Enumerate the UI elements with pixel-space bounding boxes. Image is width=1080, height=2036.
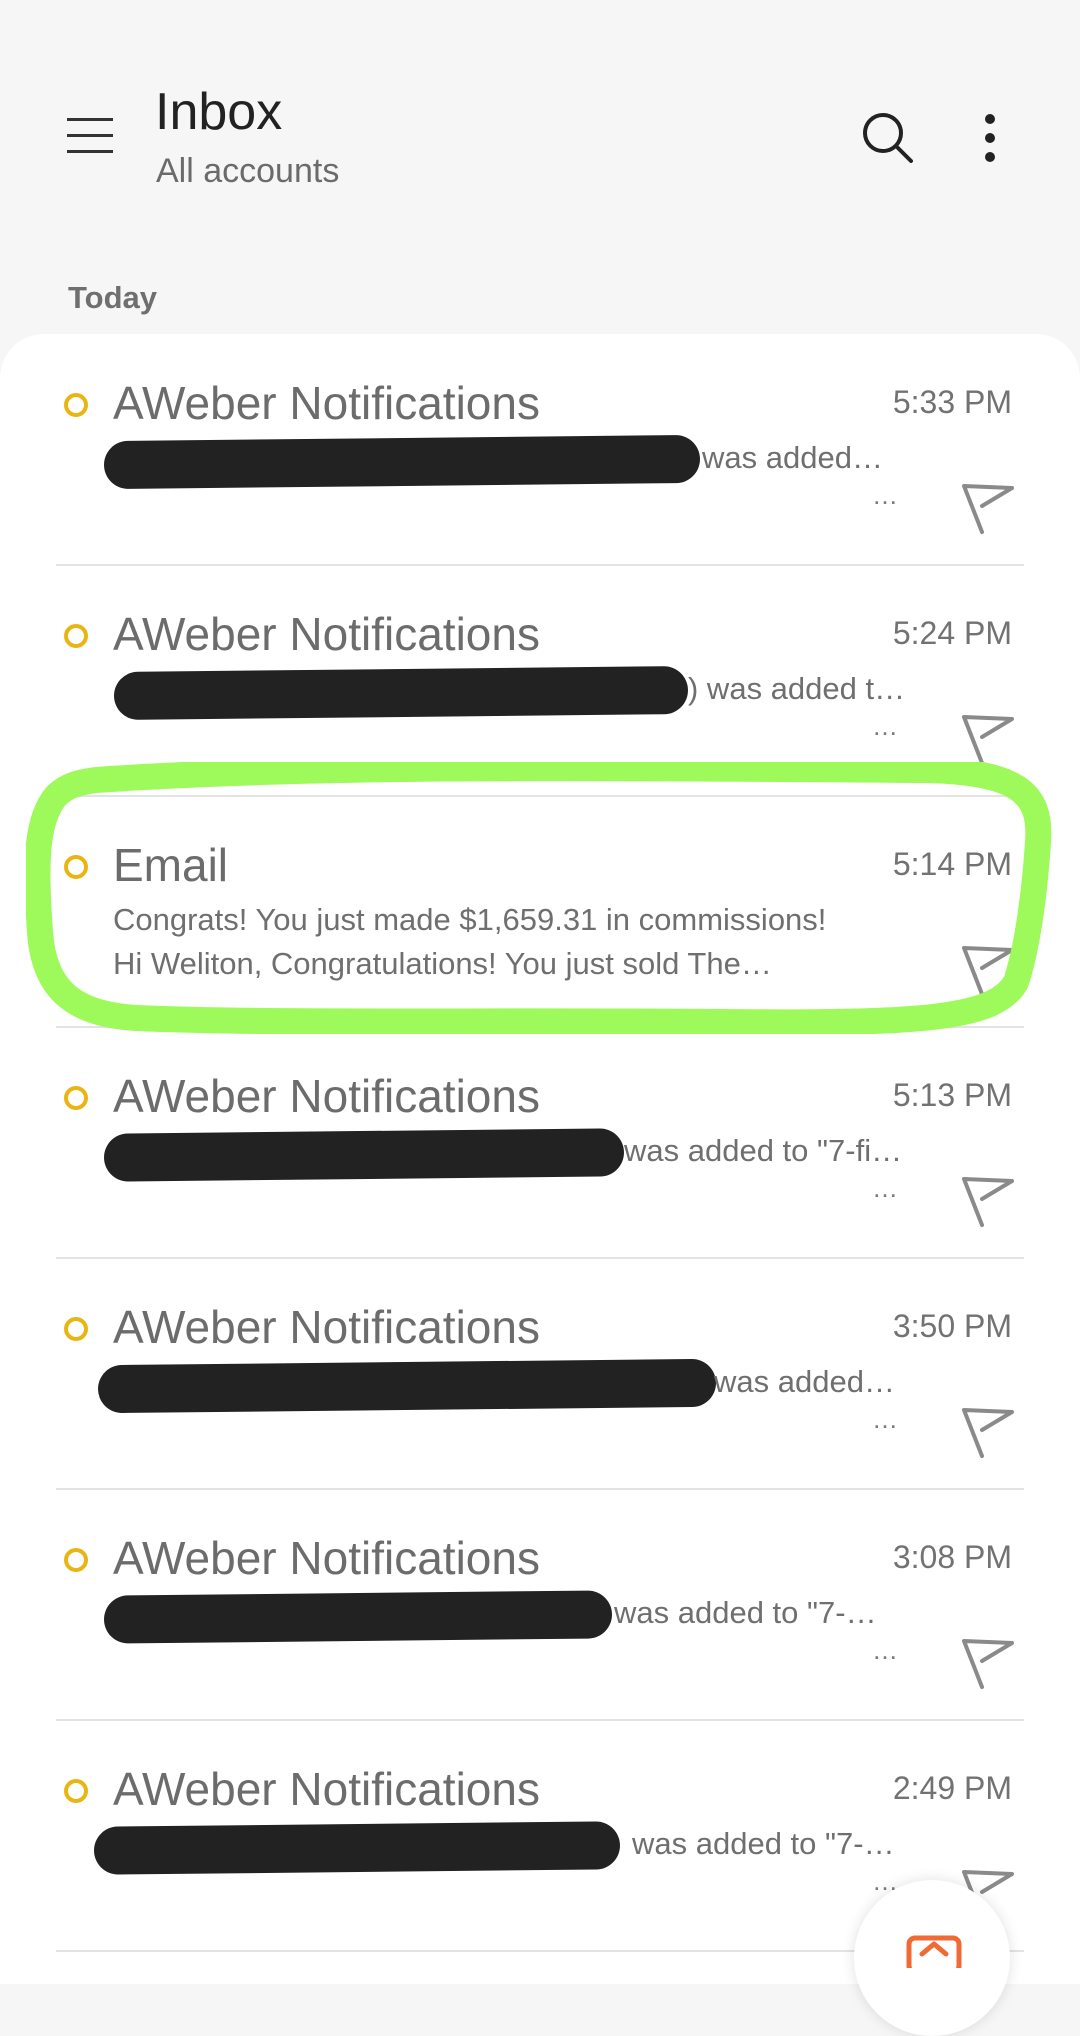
flag-icon[interactable]	[960, 476, 1016, 536]
message-row[interactable]: AWeber Notifications 3:08 PM was added t…	[0, 1489, 1080, 1720]
unread-indicator-icon	[64, 1086, 88, 1110]
more-vertical-icon	[985, 114, 995, 162]
message-row[interactable]: AWeber Notifications 5:24 PM ) was added…	[0, 565, 1080, 796]
message-snippet: …	[872, 1635, 898, 1665]
unread-indicator-icon	[64, 624, 88, 648]
unread-indicator-icon	[64, 1317, 88, 1341]
received-time: 3:50 PM	[892, 1308, 1012, 1344]
message-list: AWeber Notifications 5:33 PM was added… …	[0, 334, 1080, 1984]
received-time: 2:49 PM	[892, 1770, 1012, 1806]
message-preview: ) was added t…	[688, 671, 906, 706]
sender-name: AWeber Notifications	[113, 1301, 540, 1353]
sender-name: AWeber Notifications	[113, 1070, 540, 1122]
message-preview: was added to "7-…	[632, 1826, 895, 1861]
received-time: 5:33 PM	[892, 384, 1012, 420]
message-snippet: …	[872, 1404, 898, 1434]
section-label-today: Today	[68, 280, 157, 315]
flag-icon[interactable]	[960, 1631, 1016, 1691]
message-preview: was added to "7-…	[614, 1595, 877, 1630]
search-icon	[863, 113, 913, 163]
sender-name: Email	[113, 839, 229, 891]
page-title: Inbox	[155, 83, 283, 141]
unread-indicator-icon	[64, 1548, 88, 1572]
flag-icon[interactable]	[960, 1169, 1016, 1229]
received-time: 5:13 PM	[892, 1077, 1012, 1113]
message-snippet: …	[872, 711, 898, 741]
message-preview: was added…	[702, 440, 883, 475]
unread-indicator-icon	[64, 855, 88, 879]
message-row[interactable]: AWeber Notifications 5:13 PM was added t…	[0, 1027, 1080, 1258]
message-row[interactable]: AWeber Notifications 5:33 PM was added… …	[0, 334, 1080, 565]
message-snippet: …	[872, 1173, 898, 1203]
compose-icon	[906, 1935, 962, 1968]
redaction-mark	[103, 434, 701, 490]
message-snippet: Hi Weliton, Congratulations! You just so…	[113, 946, 772, 981]
message-row[interactable]: AWeber Notifications 3:50 PM was added… …	[0, 1258, 1080, 1489]
received-time: 5:24 PM	[892, 615, 1012, 651]
received-time: 3:08 PM	[892, 1539, 1012, 1575]
flag-icon[interactable]	[960, 707, 1016, 767]
menu-button[interactable]	[60, 106, 120, 166]
message-preview: was added…	[714, 1364, 895, 1399]
sender-name: AWeber Notifications	[113, 608, 540, 660]
redaction-mark	[97, 1358, 717, 1414]
sender-name: AWeber Notifications	[113, 1763, 540, 1815]
redaction-mark	[103, 1590, 613, 1644]
redaction-mark	[93, 1821, 621, 1875]
compose-button[interactable]	[854, 1880, 1010, 2036]
message-preview: was added to "7-fi…	[624, 1133, 903, 1168]
message-subject: Congrats! You just made $1,659.31 in com…	[113, 902, 827, 937]
hamburger-menu-icon	[67, 118, 113, 153]
sender-name: AWeber Notifications	[113, 1532, 540, 1584]
redaction-mark	[103, 1128, 625, 1182]
message-snippet: …	[872, 480, 898, 510]
sender-name: AWeber Notifications	[113, 377, 540, 429]
app-header: Inbox All accounts	[0, 0, 1080, 260]
flag-icon[interactable]	[960, 938, 1016, 998]
account-subtitle[interactable]: All accounts	[156, 152, 339, 191]
message-row-email[interactable]: Email 5:14 PM Congrats! You just made $1…	[0, 796, 1080, 1027]
unread-indicator-icon	[64, 1779, 88, 1803]
search-button[interactable]	[856, 106, 920, 170]
unread-indicator-icon	[64, 393, 88, 417]
received-time: 5:14 PM	[892, 846, 1012, 882]
redaction-mark	[113, 665, 689, 721]
more-options-button[interactable]	[960, 106, 1020, 170]
flag-icon[interactable]	[960, 1400, 1016, 1460]
